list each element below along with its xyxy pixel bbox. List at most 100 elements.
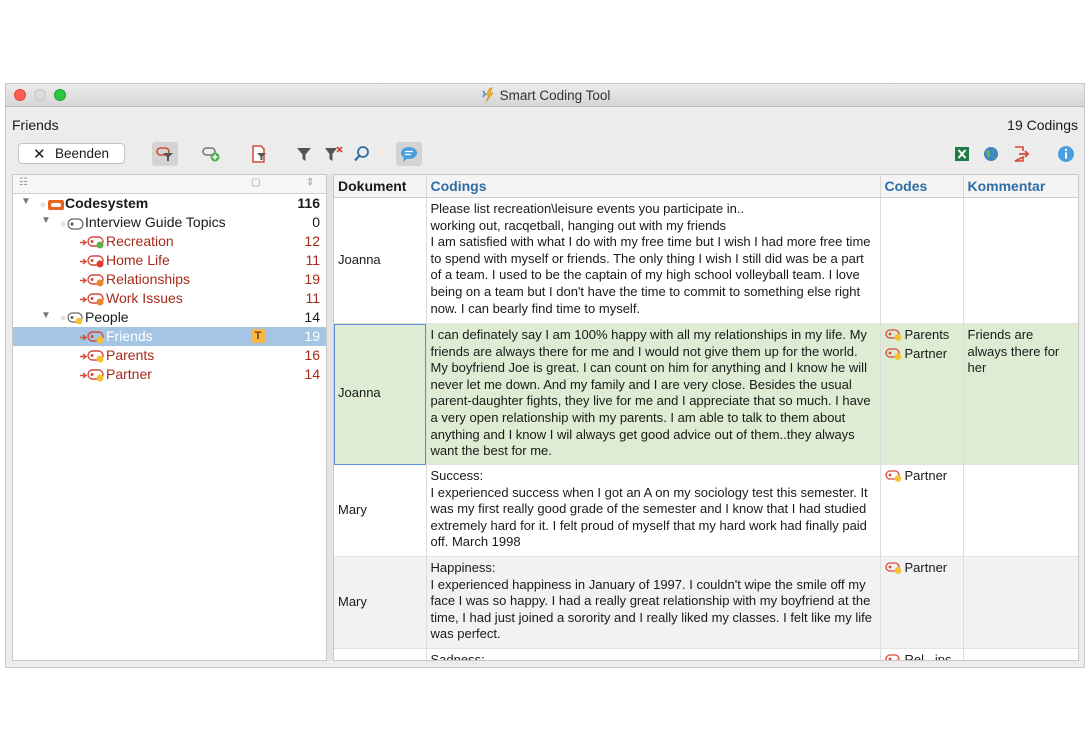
tree-item-count: 19: [304, 271, 320, 287]
tree-item-people[interactable]: ▼ People 14: [13, 308, 326, 327]
tree-item-parents[interactable]: Parents 16: [13, 346, 326, 365]
coding-cell[interactable]: Success: I experienced success when I go…: [426, 464, 881, 557]
tree-item-label: People: [85, 309, 129, 325]
code-red-icon: [79, 255, 106, 271]
export-icon[interactable]: [1008, 142, 1034, 166]
coding-cell[interactable]: Sadness:: [426, 648, 881, 660]
column-header-codes[interactable]: Codes: [880, 175, 964, 198]
code-chip[interactable]: Partner: [884, 468, 959, 487]
code-tree-panel: ☷ ▢ ⇕ ▼ Codesystem 116 ▼ Interview Guide…: [12, 174, 327, 661]
tree-item-codesystem[interactable]: ▼ Codesystem 116: [13, 194, 326, 213]
tree-item-label: Codesystem: [65, 195, 149, 211]
table-row[interactable]: Sadness: Rel...ips: [334, 648, 1078, 661]
codings-table-panel: Dokument Codings Codes Kommentar Joanna …: [333, 174, 1079, 661]
window-title: Smart Coding Tool: [6, 87, 1084, 106]
codes-cell[interactable]: [880, 197, 964, 324]
code-chip[interactable]: Partner: [884, 560, 959, 579]
web-export-icon[interactable]: [978, 142, 1004, 166]
comment-icon[interactable]: [396, 142, 422, 166]
table-row[interactable]: Joanna I can definately say I am 100% ha…: [334, 323, 1078, 465]
beenden-label: Beenden: [55, 146, 110, 161]
comment-cell[interactable]: Friends are always there for her: [963, 323, 1078, 465]
expand-arrow-icon[interactable]: ▼: [41, 310, 51, 321]
comment-cell[interactable]: [963, 197, 1078, 324]
tree-item-partner[interactable]: Partner 14: [13, 365, 326, 384]
codes-cell[interactable]: Parents Partner: [880, 323, 964, 465]
code-chip-label: Partner: [904, 560, 948, 575]
filter-icon[interactable]: [291, 142, 317, 166]
document-filter-icon[interactable]: [246, 142, 272, 166]
tree-item-recreation[interactable]: Recreation 12: [13, 232, 326, 251]
tree-item-relationships[interactable]: Relationships 19: [13, 270, 326, 289]
search-icon[interactable]: [349, 142, 375, 166]
code-yellow-icon: [884, 347, 903, 365]
expand-arrow-icon[interactable]: ▼: [41, 215, 51, 226]
tree-item-count: 12: [304, 233, 320, 249]
column-header-dokument[interactable]: Dokument: [334, 175, 427, 198]
smart-coding-tool-window: Smart Coding Tool Friends 19 Codings ✕ B…: [5, 83, 1085, 668]
comment-cell[interactable]: [963, 556, 1078, 649]
document-cell[interactable]: Joanna: [334, 197, 427, 324]
text-memo-badge[interactable]: T: [251, 329, 265, 343]
top-info-bar: Friends 19 Codings: [12, 117, 1078, 135]
code-chip[interactable]: Parents: [884, 327, 959, 346]
code-yellow-icon: [884, 329, 903, 346]
table-row[interactable]: Mary Success: I experienced success when…: [334, 464, 1078, 557]
beenden-button[interactable]: ✕ Beenden: [18, 143, 125, 164]
code-yellow-icon: [884, 562, 903, 579]
tree-item-work-issues[interactable]: Work Issues 11: [13, 289, 326, 308]
tree-item-label: Partner: [106, 366, 152, 382]
title-bar: Smart Coding Tool: [6, 84, 1084, 107]
tree-item-label: Work Issues: [106, 290, 183, 306]
expand-arrow-icon[interactable]: ▼: [21, 196, 31, 207]
tree-item-interview-guide-topics[interactable]: ▼ Interview Guide Topics 0: [13, 213, 326, 232]
code-yellow-icon: [79, 331, 106, 347]
code-chip-label: Rel...ips: [904, 652, 952, 661]
window-title-text: Smart Coding Tool: [499, 88, 611, 103]
current-code-label: Friends: [12, 117, 59, 133]
codings-table: Dokument Codings Codes Kommentar Joanna …: [334, 175, 1078, 661]
document-cell[interactable]: Joanna: [334, 323, 427, 465]
document-cell[interactable]: Mary: [334, 464, 427, 557]
tree-item-friends[interactable]: Friends T 19: [13, 327, 326, 346]
tree-item-home-life[interactable]: Home Life 11: [13, 251, 326, 270]
document-cell[interactable]: Mary: [334, 556, 427, 649]
code-chip-label: Partner: [904, 468, 948, 483]
codes-cell[interactable]: Rel...ips: [880, 648, 964, 661]
tree-column-icon[interactable]: ☷: [19, 177, 28, 188]
comment-cell[interactable]: [963, 648, 1078, 660]
table-row[interactable]: Joanna Please list recreation\leisure ev…: [334, 197, 1078, 324]
table-row[interactable]: Mary Happiness: I experienced happiness …: [334, 556, 1078, 649]
codes-cell[interactable]: Partner: [880, 556, 964, 649]
info-icon[interactable]: [1053, 142, 1079, 166]
code-chip-label: Partner: [904, 345, 948, 361]
code-green-icon: [79, 236, 106, 252]
column-header-kommentar[interactable]: Kommentar: [963, 175, 1078, 198]
tree-item-label: Parents: [106, 347, 155, 363]
tree-item-label: Friends: [106, 328, 153, 344]
tree-item-count: 14: [304, 309, 320, 325]
coding-cell[interactable]: Happiness: I experienced happiness in Ja…: [426, 556, 881, 649]
code-chip[interactable]: Partner: [884, 345, 959, 365]
codesystem-icon: [39, 198, 65, 214]
filter-codes-icon[interactable]: [152, 142, 178, 166]
column-header-codings[interactable]: Codings: [426, 175, 881, 198]
coding-cell[interactable]: Please list recreation\leisure events yo…: [426, 197, 881, 324]
code-chip[interactable]: Rel...ips: [884, 652, 959, 661]
comment-cell[interactable]: [963, 464, 1078, 557]
code-orange-icon: [884, 654, 903, 660]
sort-column-icon[interactable]: ⇕: [306, 177, 314, 188]
code-yellow-icon: [884, 470, 903, 487]
table-header-row: Dokument Codings Codes Kommentar: [334, 175, 1078, 198]
tree-item-label: Relationships: [106, 271, 191, 287]
document-cell[interactable]: [334, 648, 427, 660]
smart-coding-tool-icon: [480, 87, 496, 106]
tree-item-count: 11: [305, 290, 320, 306]
toolbar: ✕ Beenden: [6, 142, 1084, 170]
coding-cell[interactable]: I can definately say I am 100% happy wit…: [426, 323, 881, 465]
new-code-icon[interactable]: [198, 142, 224, 166]
excel-export-icon[interactable]: [949, 142, 975, 166]
codes-cell[interactable]: Partner: [880, 464, 964, 557]
memo-column-icon[interactable]: ▢: [251, 177, 260, 188]
clear-filter-icon[interactable]: [321, 142, 347, 166]
